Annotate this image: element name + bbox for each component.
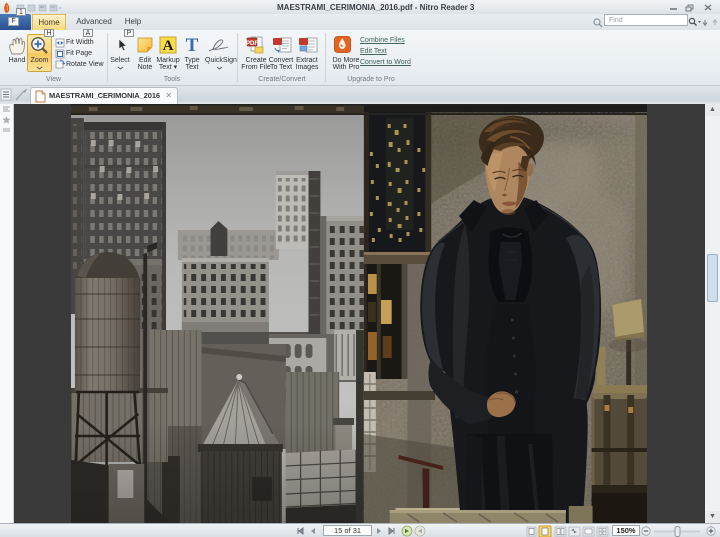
svg-text:A: A <box>163 38 174 54</box>
svg-text:T: T <box>186 35 199 53</box>
svg-text:PDF: PDF <box>246 41 258 47</box>
